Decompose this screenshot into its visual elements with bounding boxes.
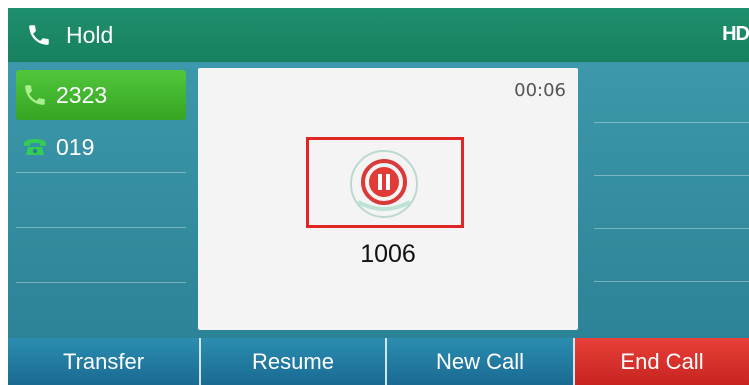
call-timer: 00:06 <box>514 80 566 101</box>
right-panel-row <box>594 123 749 176</box>
remote-number: 1006 <box>360 240 416 268</box>
transfer-button[interactable]: Transfer <box>8 338 201 385</box>
pause-icon <box>350 150 418 218</box>
desk-phone-icon <box>24 139 46 155</box>
right-panel-row <box>594 229 749 282</box>
softkey-bar: Transfer Resume New Call End Call <box>8 338 749 385</box>
line-item-empty <box>16 175 186 228</box>
hd-badge: HD <box>722 23 749 45</box>
phone-handset-icon <box>25 85 45 105</box>
phone-handset-icon <box>29 25 49 45</box>
right-panel-row <box>594 176 749 229</box>
line-label: 019 <box>56 134 95 160</box>
right-panel <box>594 70 749 330</box>
resume-button[interactable]: Resume <box>201 338 387 385</box>
end-call-button[interactable]: End Call <box>575 338 749 385</box>
right-panel-row <box>594 70 749 123</box>
call-card: 00:06 1006 <box>198 68 578 330</box>
line-item-empty <box>16 230 186 283</box>
new-call-button[interactable]: New Call <box>387 338 575 385</box>
line-item-2323[interactable]: 2323 <box>16 70 186 120</box>
call-status-title: Hold <box>66 22 114 48</box>
line-label: 2323 <box>56 82 108 108</box>
line-item-019[interactable]: 019 <box>16 122 186 173</box>
phone-screen: Hold HD 2323 019 00:06 1006 Transfer Res… <box>8 8 749 385</box>
line-list: 2323 019 <box>16 70 186 285</box>
status-bar: Hold HD <box>8 8 749 62</box>
